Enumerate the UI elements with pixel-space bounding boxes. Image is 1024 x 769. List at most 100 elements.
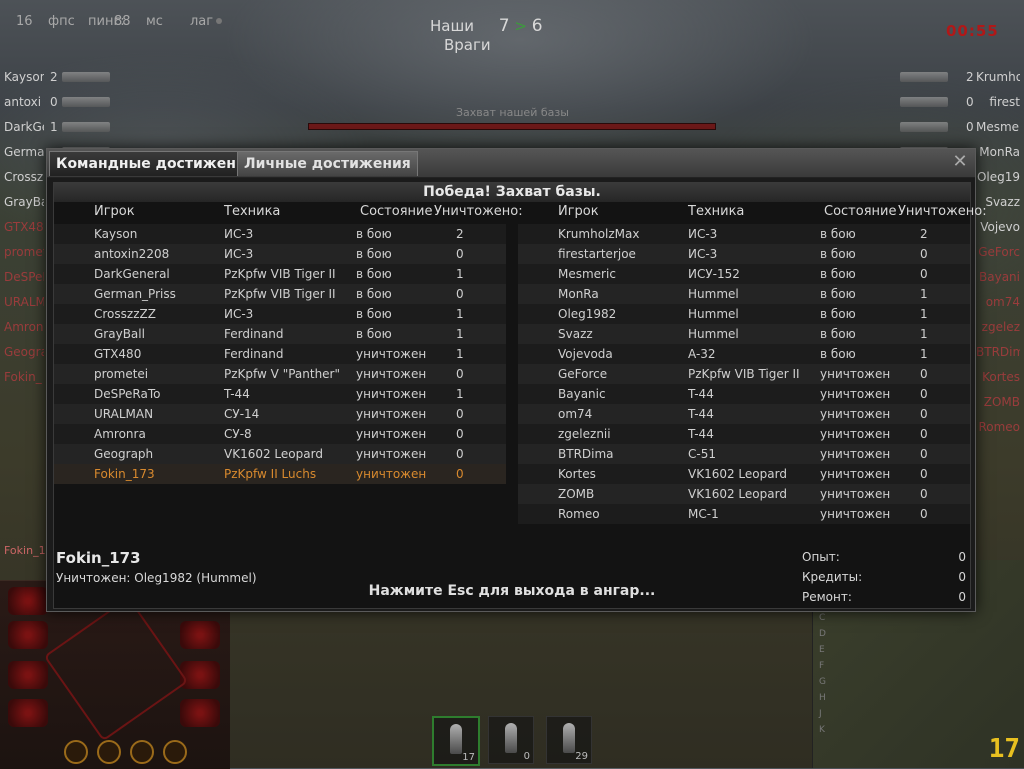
table-row[interactable]: BTRDima C-51 уничтожен 0 bbox=[518, 444, 970, 464]
vehicle-cell: MC-1 bbox=[688, 507, 719, 521]
commander-icon bbox=[64, 740, 88, 764]
state-cell: в бою bbox=[356, 267, 392, 281]
player-name-cell: antoxin2208 bbox=[94, 247, 170, 261]
table-row[interactable]: Oleg1982 Hummel в бою 1 bbox=[518, 304, 970, 324]
header-player: Игрок bbox=[558, 204, 599, 219]
side-player-name: BTRDim bbox=[976, 345, 1020, 359]
allies-score: 7 bbox=[498, 16, 510, 36]
player-name-cell: CrosszzZZ bbox=[94, 307, 156, 321]
ping-value: 88 bbox=[114, 14, 131, 29]
destroyed-cell: 1 bbox=[456, 307, 464, 321]
vehicle-cell: ИСУ-152 bbox=[688, 267, 740, 281]
battle-timer: 00:55 bbox=[946, 22, 999, 40]
state-cell: уничтожен bbox=[356, 347, 427, 361]
side-kill-count: 0 bbox=[966, 95, 974, 109]
side-player-name: Kortes bbox=[982, 370, 1020, 384]
destroyed-cell: 2 bbox=[456, 227, 464, 241]
table-row[interactable]: Svazz Hummel в бою 1 bbox=[518, 324, 970, 344]
player-name-cell: Romeo bbox=[558, 507, 600, 521]
side-player-name: Crossz bbox=[4, 170, 44, 184]
stat-value: 0 bbox=[958, 570, 966, 584]
player-name-cell: Svazz bbox=[558, 327, 593, 341]
destroyed-cell: 0 bbox=[456, 247, 464, 261]
table-row[interactable]: KrumholzMax ИС-3 в бою 2 bbox=[518, 224, 970, 244]
vehicle-cell: A-32 bbox=[688, 347, 716, 361]
table-row[interactable]: Amronra СУ-8 уничтожен 0 bbox=[54, 424, 506, 444]
vehicle-cell: PzKpfw VIB Tiger II bbox=[224, 287, 336, 301]
side-player-name: URALMA bbox=[4, 295, 44, 309]
minimap-letter: E bbox=[819, 645, 825, 655]
vehicle-cell: Hummel bbox=[688, 327, 739, 341]
lag-label: лаг bbox=[190, 14, 214, 29]
table-row[interactable]: Bayanic T-44 уничтожен 0 bbox=[518, 384, 970, 404]
state-cell: уничтожен bbox=[820, 447, 891, 461]
table-row[interactable]: om74 T-44 уничтожен 0 bbox=[518, 404, 970, 424]
header-vehicle: Техника bbox=[688, 204, 745, 219]
table-row[interactable]: DeSPeRaTo T-44 уничтожен 1 bbox=[54, 384, 506, 404]
table-row[interactable]: URALMAN СУ-14 уничтожен 0 bbox=[54, 404, 506, 424]
table-row[interactable]: Vojevoda A-32 в бою 1 bbox=[518, 344, 970, 364]
side-player-name: GeForc bbox=[978, 245, 1020, 259]
destroyed-cell: 0 bbox=[920, 387, 928, 401]
state-cell: в бою bbox=[820, 347, 856, 361]
results-panel: Победа! Захват базы. Игрок Техника Состо… bbox=[53, 182, 987, 609]
ammo-slot-2[interactable]: 0 bbox=[488, 716, 534, 764]
table-row[interactable]: antoxin2208 ИС-3 в бою 0 bbox=[54, 244, 506, 264]
capture-progress-bar bbox=[308, 123, 716, 130]
table-row[interactable]: prometei PzKpfw V "Panther" уничтожен 0 bbox=[54, 364, 506, 384]
player-name-cell: Fokin_173 bbox=[94, 467, 155, 481]
side-list-item: Mesmer 0 bbox=[896, 118, 1024, 136]
table-row[interactable]: CrosszzZZ ИС-3 в бою 1 bbox=[54, 304, 506, 324]
enemies-label: Враги bbox=[444, 36, 491, 54]
table-row[interactable]: Geograph VK1602 Leopard уничтожен 0 bbox=[54, 444, 506, 464]
turret-icon bbox=[8, 699, 48, 727]
table-row[interactable]: GTX480 Ferdinand уничтожен 1 bbox=[54, 344, 506, 364]
table-row[interactable]: Mesmeric ИСУ-152 в бою 0 bbox=[518, 264, 970, 284]
vehicle-cell: PzKpfw V "Panther" bbox=[224, 367, 341, 381]
destroyed-cell: 2 bbox=[920, 227, 928, 241]
table-row[interactable]: Romeo MC-1 уничтожен 0 bbox=[518, 504, 970, 524]
minimap-letter: J bbox=[819, 709, 822, 719]
table-row[interactable]: GeForce PzKpfw VIB Tiger II уничтожен 0 bbox=[518, 364, 970, 384]
destroyed-cell: 0 bbox=[456, 447, 464, 461]
minimap-letter: G bbox=[819, 677, 826, 687]
state-cell: уничтожен bbox=[820, 367, 891, 381]
tank-icon bbox=[62, 97, 110, 107]
table-row[interactable]: Kayson ИС-3 в бою 2 bbox=[54, 224, 506, 244]
ammo-slot-1[interactable]: 17 bbox=[432, 716, 480, 766]
destroyed-cell: 1 bbox=[456, 327, 464, 341]
table-row[interactable]: DarkGeneral PzKpfw VIB Tiger II в бою 1 bbox=[54, 264, 506, 284]
table-row[interactable]: Kortes VK1602 Leopard уничтожен 0 bbox=[518, 464, 970, 484]
table-row[interactable]: MonRa Hummel в бою 1 bbox=[518, 284, 970, 304]
tab-personal-achievements[interactable]: Личные достижения bbox=[237, 151, 418, 176]
minimap-letter: F bbox=[819, 661, 825, 671]
ammo-count: 17 bbox=[462, 752, 475, 763]
allies-table: Игрок Техника Состояние Уничтожено: Kays… bbox=[54, 204, 523, 484]
close-icon[interactable]: ✕ bbox=[951, 153, 969, 171]
destroyed-cell: 0 bbox=[920, 447, 928, 461]
table-row[interactable]: ZOMB VK1602 Leopard уничтожен 0 bbox=[518, 484, 970, 504]
state-cell: уничтожен bbox=[820, 387, 891, 401]
side-player-name: Bayani bbox=[979, 270, 1020, 284]
player-name-cell: URALMAN bbox=[94, 407, 154, 421]
stat-row: Опыт: 0 bbox=[802, 547, 972, 567]
player-name-cell: prometei bbox=[94, 367, 149, 381]
table-row[interactable]: GrayBall Ferdinand в бою 1 bbox=[54, 324, 506, 344]
side-kill-count: 1 bbox=[50, 120, 58, 134]
side-player-name: Oleg19 bbox=[976, 170, 1020, 184]
gun-icon bbox=[8, 661, 48, 689]
tab-team-achievements[interactable]: Командные достижения bbox=[49, 151, 262, 176]
player-name-cell: GeForce bbox=[558, 367, 608, 381]
table-row[interactable]: German_Priss PzKpfw VIB Tiger II в бою 0 bbox=[54, 284, 506, 304]
ammo-slot-3[interactable]: 29 bbox=[546, 716, 592, 764]
table-header: Игрок Техника Состояние Уничтожено: bbox=[54, 204, 523, 224]
side-player-name: Kayson bbox=[4, 70, 44, 84]
state-cell: уничтожен bbox=[820, 407, 891, 421]
stat-value: 0 bbox=[958, 590, 966, 604]
table-row[interactable]: firestarterjoe ИС-3 в бою 0 bbox=[518, 244, 970, 264]
player-name-cell: MonRa bbox=[558, 287, 599, 301]
vehicle-cell: VK1602 Leopard bbox=[688, 467, 787, 481]
shell-icon bbox=[505, 723, 517, 753]
table-row[interactable]: zgeleznii T-44 уничтожен 0 bbox=[518, 424, 970, 444]
table-row[interactable]: Fokin_173 PzKpfw II Luchs уничтожен 0 bbox=[54, 464, 506, 484]
